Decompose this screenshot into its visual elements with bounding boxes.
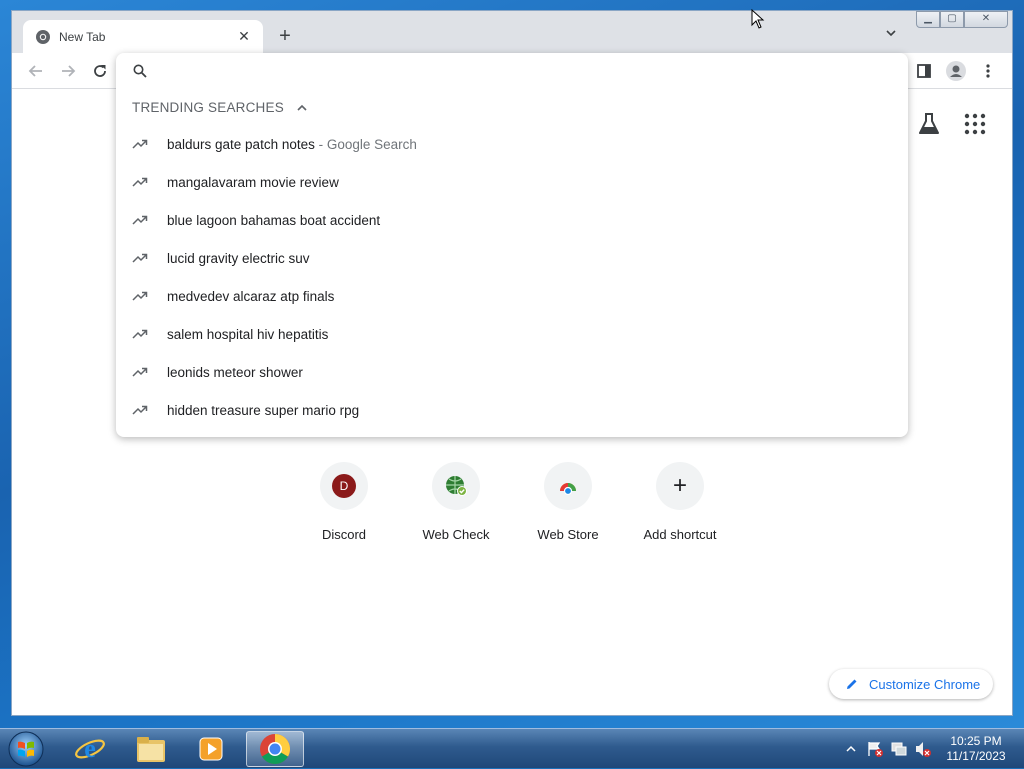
- omnibox-input[interactable]: [116, 53, 908, 89]
- shortcut-web-check[interactable]: Web Check: [400, 462, 512, 552]
- chrome-favicon-icon: [36, 29, 50, 44]
- windows-taskbar: e 10:25 PM 11/17/2023: [0, 728, 1024, 768]
- trending-arrow-icon: [132, 367, 148, 377]
- suggestion-text: baldurs gate patch notes: [167, 136, 315, 152]
- suggestion-item[interactable]: mangalavaram movie review: [116, 163, 908, 201]
- suggestion-item[interactable]: medvedev alcaraz atp finals: [116, 277, 908, 315]
- clock-date: 11/17/2023: [946, 749, 1006, 763]
- web-check-icon: [446, 476, 467, 496]
- suggestion-text: leonids meteor shower: [167, 364, 303, 380]
- internet-explorer-icon: e: [75, 734, 105, 763]
- tab-strip: New Tab ✕ + ▁ ▢ ✕: [12, 11, 1012, 53]
- network-icon[interactable]: [890, 740, 908, 758]
- trending-arrow-icon: [132, 215, 148, 225]
- mouse-cursor-icon: [751, 9, 765, 29]
- taskbar-chrome[interactable]: [246, 731, 304, 767]
- trending-arrow-icon: [132, 405, 148, 415]
- suggestion-item[interactable]: leonids meteor shower: [116, 353, 908, 391]
- trending-arrow-icon: [132, 139, 148, 149]
- back-button[interactable]: [26, 61, 46, 81]
- reload-button[interactable]: [90, 61, 110, 81]
- folder-icon: [137, 737, 165, 762]
- plus-icon: +: [672, 472, 687, 499]
- shortcut-discord[interactable]: D Discord: [288, 462, 400, 552]
- suggestion-item[interactable]: salem hospital hiv hepatitis: [116, 315, 908, 353]
- suggestion-text: mangalavaram movie review: [167, 174, 339, 190]
- tab-close-icon[interactable]: ✕: [235, 28, 253, 45]
- shortcut-tile: [544, 462, 592, 510]
- profile-button[interactable]: [946, 61, 966, 81]
- forward-button[interactable]: [58, 61, 78, 81]
- reload-icon: [94, 65, 106, 77]
- action-center-flag-icon[interactable]: [866, 740, 884, 758]
- suggestion-item[interactable]: baldurs gate patch notes - Google Search: [116, 125, 908, 163]
- shortcut-tile: [432, 462, 480, 510]
- trending-searches-label: TRENDING SEARCHES: [132, 100, 284, 115]
- trending-arrow-icon: [132, 253, 148, 263]
- customize-chrome-label: Customize Chrome: [869, 676, 981, 692]
- trending-arrow-icon: [132, 291, 148, 301]
- tab-title: New Tab: [59, 29, 106, 44]
- suggestion-text: hidden treasure super mario rpg: [167, 402, 360, 418]
- media-player-icon: [199, 737, 223, 761]
- side-panel-icon: [917, 64, 931, 78]
- pencil-icon: [847, 679, 857, 689]
- tray-expand-icon[interactable]: [846, 744, 856, 754]
- shortcut-tile: +: [656, 462, 704, 510]
- back-arrow-icon: [28, 65, 42, 77]
- search-icon: [133, 64, 147, 78]
- shortcut-web-store[interactable]: Web Store: [512, 462, 624, 552]
- profile-avatar-icon: [946, 61, 966, 81]
- shortcut-add[interactable]: + Add shortcut: [624, 462, 736, 552]
- shortcut-tile: D: [320, 462, 368, 510]
- new-tab-button[interactable]: +: [274, 25, 296, 47]
- web-store-icon: [560, 483, 576, 496]
- suggestion-text: blue lagoon bahamas boat accident: [167, 212, 381, 228]
- taskbar-file-explorer[interactable]: [124, 731, 178, 767]
- trending-arrow-icon: [132, 329, 148, 339]
- shortcut-label: Add shortcut: [643, 527, 717, 542]
- labs-flask-icon[interactable]: [916, 111, 942, 137]
- discord-icon: D: [332, 474, 356, 498]
- svg-text:e: e: [84, 734, 96, 763]
- side-panel-button[interactable]: [914, 61, 934, 81]
- suggestion-text: lucid gravity electric suv: [167, 250, 310, 266]
- suggestion-item[interactable]: blue lagoon bahamas boat accident: [116, 201, 908, 239]
- clock-time: 10:25 PM: [950, 734, 1002, 748]
- windows-start-icon[interactable]: [5, 730, 47, 768]
- customize-chrome-button[interactable]: Customize Chrome: [829, 669, 993, 699]
- google-apps-icon[interactable]: [964, 113, 986, 135]
- omnibox-dropdown: TRENDING SEARCHES baldurs gate patch not…: [116, 53, 908, 437]
- trending-arrow-icon: [132, 177, 148, 187]
- tab-search-chevron-icon[interactable]: [885, 27, 897, 39]
- forward-arrow-icon: [62, 65, 76, 77]
- chevron-up-icon[interactable]: [296, 102, 308, 114]
- suggestion-item[interactable]: lucid gravity electric suv: [116, 239, 908, 277]
- taskbar-media-player[interactable]: [184, 731, 238, 767]
- shortcut-label: Web Store: [537, 527, 599, 542]
- suggestion-text: salem hospital hiv hepatitis: [167, 326, 329, 342]
- window-close-button[interactable]: ✕: [964, 11, 1008, 28]
- suggestion-text: medvedev alcaraz atp finals: [167, 288, 335, 304]
- suggestion-suffix: - Google Search: [314, 136, 417, 152]
- chrome-icon: [260, 734, 291, 765]
- trending-searches-header[interactable]: TRENDING SEARCHES: [132, 100, 308, 115]
- taskbar-clock[interactable]: 10:25 PM 11/17/2023: [938, 734, 1014, 764]
- suggestion-item[interactable]: hidden treasure super mario rpg: [116, 391, 908, 429]
- tab-new-tab[interactable]: New Tab ✕: [23, 20, 263, 53]
- window-maximize-button[interactable]: ▢: [940, 11, 964, 28]
- shortcut-label: Web Check: [422, 527, 490, 542]
- volume-muted-icon[interactable]: [914, 740, 932, 758]
- window-minimize-button[interactable]: ▁: [916, 11, 940, 28]
- taskbar-internet-explorer[interactable]: e: [63, 731, 117, 767]
- kebab-menu-icon: [986, 64, 990, 78]
- shortcut-label: Discord: [321, 527, 367, 542]
- menu-button[interactable]: [978, 61, 998, 81]
